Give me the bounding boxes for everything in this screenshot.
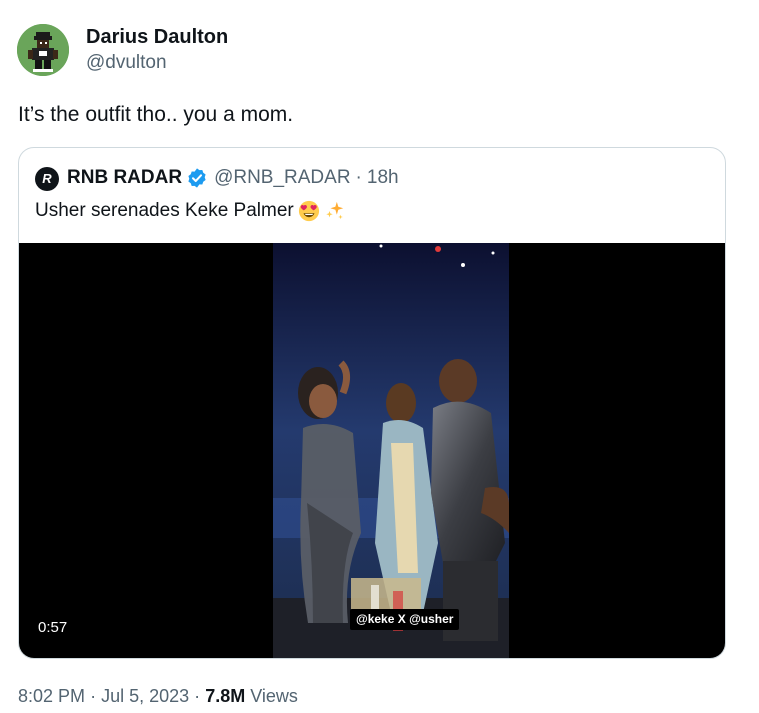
tweet-metadata: 8:02 PM · Jul 5, 2023 · 7.8M Views	[18, 684, 298, 708]
video-duration: 0:57	[31, 616, 75, 640]
tweet-text: It’s the outfit tho.. you a mom.	[18, 103, 294, 126]
quote-author-name[interactable]: RNB RADAR	[67, 165, 182, 191]
tweet-date[interactable]: Jul 5, 2023	[101, 686, 189, 706]
verified-badge-icon	[188, 168, 206, 188]
video-still-image	[273, 243, 509, 658]
author-avatar[interactable]	[17, 24, 69, 76]
quote-timestamp[interactable]: 18h	[367, 165, 399, 191]
views-label: Views	[250, 686, 298, 706]
sparkles-emoji-icon	[326, 201, 343, 220]
quote-header: RNB RADAR @RNB_RADAR · 18h	[67, 165, 399, 191]
quote-author-handle[interactable]: @RNB_RADAR	[214, 165, 350, 191]
video-frame: @keke X @usher	[273, 243, 509, 658]
quote-tweet-card[interactable]: R RNB RADAR @RNB_RADAR · 18h Usher seren…	[18, 147, 726, 659]
pixel-art-avatar-icon	[17, 24, 69, 76]
author-name[interactable]: Darius Daulton	[86, 24, 228, 50]
quote-text: Usher serenades Keke Palmer	[35, 197, 346, 225]
author-handle[interactable]: @dvulton	[86, 51, 167, 75]
views-count: 7.8M	[205, 686, 246, 706]
video-caption-overlay: @keke X @usher	[350, 609, 460, 630]
quote-separator: ·	[355, 167, 362, 188]
tweet-time[interactable]: 8:02 PM	[18, 686, 85, 706]
quote-author-logo[interactable]: R	[35, 167, 59, 191]
meta-separator: ·	[90, 686, 97, 706]
heart-eyes-emoji-icon	[298, 200, 319, 222]
quote-text-body: Usher serenades Keke Palmer	[35, 200, 294, 221]
meta-separator: ·	[194, 686, 201, 706]
video-player[interactable]: @keke X @usher 0:57	[19, 243, 725, 658]
